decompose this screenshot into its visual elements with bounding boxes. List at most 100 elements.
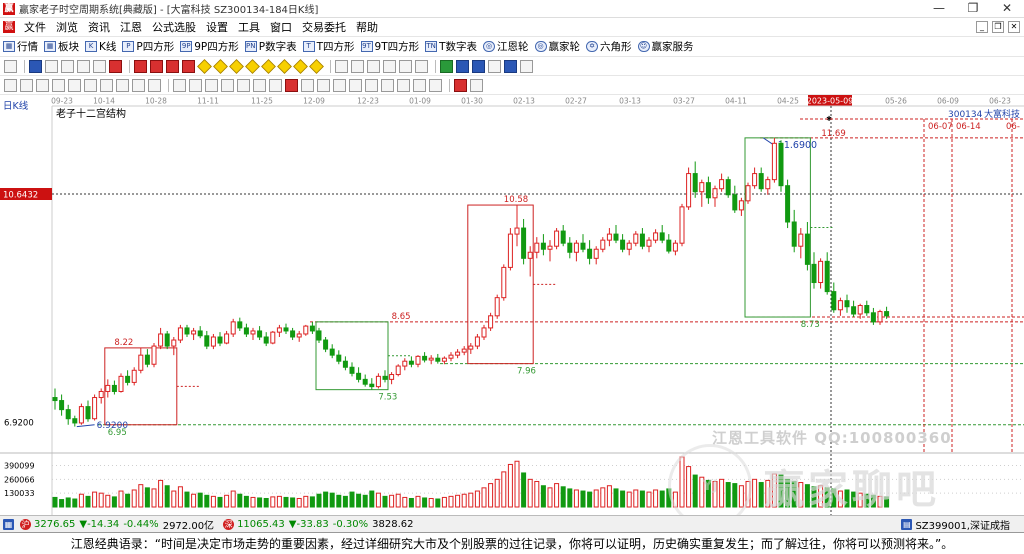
sh-index-value: 3276.65 [34, 518, 76, 530]
text-tool-icon[interactable] [399, 59, 412, 73]
abc-tool-icon[interactable] [237, 78, 250, 92]
diamond-icon[interactable] [309, 58, 324, 74]
fork-icon[interactable] [383, 59, 396, 73]
menu-item[interactable]: 设置 [201, 19, 233, 35]
menu-item[interactable]: 文件 [19, 19, 51, 35]
copy-tool-icon[interactable] [397, 78, 410, 92]
menu-item[interactable]: 浏览 [51, 19, 83, 35]
window-icon[interactable] [472, 59, 485, 73]
monitor-icon[interactable] [456, 59, 469, 73]
infinity-icon[interactable] [470, 78, 483, 92]
flag-icon[interactable] [109, 59, 122, 73]
time-zone-icon[interactable] [189, 78, 202, 92]
diamond-icon[interactable] [277, 58, 292, 74]
line-tool-icon[interactable] [4, 78, 17, 92]
grid-icon[interactable] [45, 59, 58, 73]
toolbar-button[interactable]: 9T 9T四方形 [358, 39, 423, 54]
prev-bar-icon[interactable] [166, 59, 179, 73]
save-icon[interactable] [440, 59, 453, 73]
mdi-close-button[interactable]: ✕ [1008, 21, 1020, 33]
arrow-tool-icon[interactable] [333, 78, 346, 92]
diamond-down-icon[interactable] [213, 58, 228, 74]
first-bar-icon[interactable] [134, 59, 147, 73]
ellipse-tool-icon[interactable] [317, 78, 330, 92]
candle-body [210, 336, 216, 347]
square-nine-icon[interactable] [253, 78, 266, 92]
shanghai-index-icon[interactable]: 沪 [20, 518, 31, 530]
delete-tool-icon[interactable] [381, 78, 394, 92]
prev-page-icon[interactable] [150, 59, 163, 73]
lock-icon[interactable] [365, 78, 378, 92]
candle-icon[interactable] [93, 59, 106, 73]
menu-item[interactable]: 工具 [233, 19, 265, 35]
bar-icon[interactable] [77, 59, 90, 73]
cursor-icon[interactable] [367, 59, 380, 73]
angle-tool-icon[interactable] [148, 78, 161, 92]
index-selector-icon[interactable]: ▤ [901, 518, 913, 530]
date-tick-label: 09-23 [51, 97, 73, 106]
diamond-right-icon[interactable] [245, 58, 260, 74]
toolbar-button[interactable]: T T四方形 [300, 39, 358, 54]
mdi-minimize-button[interactable]: _ [976, 21, 988, 33]
rectangle-tool-icon[interactable] [301, 78, 314, 92]
toolbar-button[interactable]: ◎ 赢家轮 [532, 39, 584, 54]
menu-item[interactable]: 江恩 [115, 19, 147, 35]
ray-tool-icon[interactable] [20, 78, 33, 92]
box-tool-icon[interactable] [173, 78, 186, 92]
toolbar-button[interactable]: PN P数字表 [242, 39, 300, 54]
bookmark-icon[interactable] [415, 59, 428, 73]
channel-tool-icon[interactable] [68, 78, 81, 92]
diamond-icon[interactable] [261, 58, 276, 74]
toolbar-button[interactable]: ◎ 江恩轮 [480, 39, 532, 54]
crosshair-icon[interactable] [351, 59, 364, 73]
cycle-tool-icon[interactable] [132, 78, 145, 92]
print-icon[interactable] [488, 59, 501, 73]
menu-item[interactable]: 公式选股 [147, 19, 201, 35]
clone-tool-icon[interactable] [429, 78, 442, 92]
diamond-up-icon[interactable] [197, 58, 212, 74]
toolbar-button[interactable]: ☺ 赢家服务 [635, 39, 697, 54]
eraser-icon[interactable] [349, 78, 362, 92]
parallel-tool-icon[interactable] [52, 78, 65, 92]
fibonacci-tool-icon[interactable] [84, 78, 97, 92]
shenzhen-index-icon[interactable]: 深 [223, 518, 235, 530]
menu-item[interactable]: 资讯 [83, 19, 115, 35]
toolbar-button[interactable]: TN T数字表 [422, 39, 480, 54]
toolbar-button[interactable]: ▦ 行情 [0, 39, 41, 54]
menu-item[interactable]: 窗口 [265, 19, 297, 35]
triangle-tool-icon[interactable] [269, 78, 282, 92]
hand-icon[interactable] [335, 59, 348, 73]
index-code-box[interactable]: SZ399001,深证成指 [915, 517, 1010, 532]
grid-icon[interactable]: ▦ [3, 518, 14, 530]
wave-tool-icon[interactable] [221, 78, 234, 92]
gann-fan-icon[interactable] [100, 78, 113, 92]
mdi-restore-button[interactable]: ❐ [992, 21, 1004, 33]
toolbar-button[interactable]: 9P 9P四方形 [177, 39, 242, 54]
menu-item[interactable]: 交易委托 [297, 19, 351, 35]
maximize-button[interactable]: ❐ [956, 0, 990, 18]
arc-tool-icon[interactable] [116, 78, 129, 92]
diamond-left-icon[interactable] [229, 58, 244, 74]
date-tick-label: 02-13 [513, 97, 535, 106]
speed-line-icon[interactable] [205, 78, 218, 92]
toolbar-button[interactable]: P P四方形 [119, 39, 177, 54]
color-picker-icon[interactable] [454, 78, 467, 92]
minimize-button[interactable]: — [922, 0, 956, 18]
candle-body [448, 354, 454, 359]
analysis-toolbar [0, 76, 1024, 95]
settings-icon[interactable] [520, 59, 533, 73]
layout-icon[interactable] [4, 59, 17, 73]
diamond-icon[interactable] [293, 58, 308, 74]
ruler-icon[interactable] [61, 59, 74, 73]
toolbar-button[interactable]: ✡ 六角形 [583, 39, 635, 54]
percent-tool-icon[interactable] [285, 78, 298, 92]
toolbar-button[interactable]: K K线 [82, 39, 119, 54]
next-bar-icon[interactable] [182, 59, 195, 73]
keyboard-icon[interactable] [504, 59, 517, 73]
close-window-button[interactable]: ✕ [990, 0, 1024, 18]
segment-tool-icon[interactable] [36, 78, 49, 92]
zoom-icon[interactable] [29, 59, 42, 73]
menu-item[interactable]: 帮助 [351, 19, 383, 35]
toolbar-button[interactable]: ▦ 板块 [41, 39, 82, 54]
mirror-tool-icon[interactable] [413, 78, 426, 92]
